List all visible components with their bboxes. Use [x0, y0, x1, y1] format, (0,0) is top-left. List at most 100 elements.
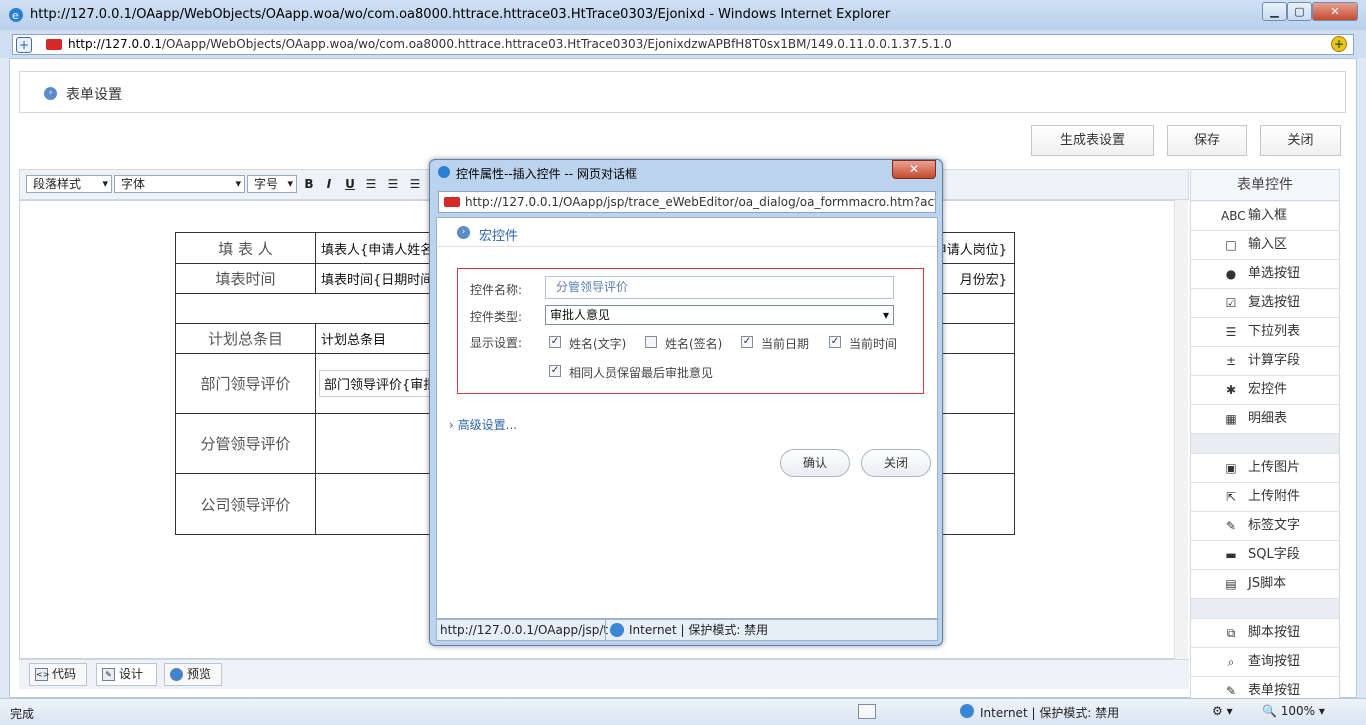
panel-item-label: 宏控件 [1248, 376, 1287, 404]
checkbox-current-time[interactable]: ✓ [829, 336, 841, 348]
control-type-icon: ▣ [1221, 454, 1241, 482]
control-type-icon: ▦ [1221, 405, 1241, 433]
panel-item[interactable]: ●单选按钮 [1191, 260, 1339, 289]
control-type-icon: ABC [1221, 202, 1241, 230]
tab-design[interactable]: ✎设计 [96, 663, 157, 686]
control-properties-dialog: 控件属性--插入控件 -- 网页对话框 ✕ http://127.0.0.1/O… [429, 159, 943, 646]
security-icon[interactable] [858, 704, 876, 719]
checkbox-keep-last[interactable]: ✓ [549, 365, 561, 377]
control-name-input[interactable]: 分管领导评价 [545, 276, 894, 299]
circle-arrow-icon: › [44, 87, 57, 100]
align-left-icon[interactable]: ☰ [364, 177, 378, 191]
close-button[interactable]: 关闭 [1260, 125, 1341, 156]
panel-item[interactable]: ☰下拉列表 [1191, 318, 1339, 347]
panel-item-label: 输入区 [1248, 231, 1287, 259]
protected-mode-icon[interactable]: ⚙ ▾ [1212, 704, 1233, 718]
ie-logo-icon: e [8, 7, 24, 23]
control-type-icon: ✱ [1221, 376, 1241, 404]
dialog-url: http://127.0.0.1/OAapp/jsp/trace_eWebEdi… [438, 191, 936, 213]
zoom-level[interactable]: 🔍 100% ▾ [1262, 704, 1325, 718]
page-title: 表单设置 [66, 84, 122, 104]
panel-item[interactable]: ⌕查询按钮 [1191, 648, 1339, 677]
dialog-title: 控件属性--插入控件 -- 网页对话框 [456, 165, 637, 182]
panel-item[interactable]: ▬SQL字段 [1191, 541, 1339, 570]
panel-item[interactable]: ABC输入框 [1191, 202, 1339, 231]
new-tab-icon[interactable]: + [16, 37, 32, 53]
checkbox-name-signature[interactable] [645, 336, 657, 348]
address-bar: + http://127.0.0.1/OAapp/WebObjects/OAap… [0, 30, 1366, 58]
save-button[interactable]: 保存 [1167, 125, 1247, 156]
row-label: 填 表 人 [176, 233, 316, 264]
panel-item-label: 查询按钮 [1248, 648, 1300, 676]
window-title: http://127.0.0.1/OAapp/WebObjects/OAapp.… [30, 7, 890, 22]
paragraph-style-select[interactable]: 段落样式 [26, 175, 112, 193]
option-label: 相同人员保留最后审批意见 [569, 364, 713, 381]
generate-table-button[interactable]: 生成表设置 [1031, 125, 1154, 156]
editor-scrollbar[interactable] [1174, 200, 1188, 659]
panel-item[interactable]: ▣上传图片 [1191, 454, 1339, 483]
panel-item-label: 复选按钮 [1248, 289, 1300, 317]
status-text: 完成 [10, 705, 34, 722]
globe-icon [960, 704, 974, 718]
tab-preview[interactable]: 预览 [164, 663, 222, 686]
section-header: › 宏控件 [437, 218, 937, 247]
panel-item[interactable]: ✎标签文字 [1191, 512, 1339, 541]
panel-item[interactable]: ±计算字段 [1191, 347, 1339, 376]
panel-item[interactable]: ☑复选按钮 [1191, 289, 1339, 318]
panel-item-label: 上传附件 [1248, 483, 1300, 511]
checkbox-current-date[interactable]: ✓ [741, 336, 753, 348]
status-bar: 完成 Internet | 保护模式: 禁用 ⚙ ▾ 🔍 100% ▾ [0, 698, 1366, 725]
panel-item-label: JS脚本 [1248, 570, 1286, 598]
panel-item-label: 计算字段 [1248, 347, 1300, 375]
advanced-settings-link[interactable]: › 高级设置... [449, 416, 517, 433]
panel-item[interactable]: ▤JS脚本 [1191, 570, 1339, 599]
panel-item-label: 明细表 [1248, 405, 1287, 433]
panel-item[interactable]: □输入区 [1191, 231, 1339, 260]
go-icon[interactable]: + [1331, 36, 1347, 52]
globe-icon [610, 623, 624, 637]
address-url[interactable]: http://127.0.0.1/OAapp/WebObjects/OAapp.… [68, 37, 952, 51]
design-icon: ✎ [102, 668, 115, 681]
panel-separator [1191, 434, 1339, 454]
control-type-icon: ☑ [1221, 289, 1241, 317]
control-type-select[interactable]: 审批人意见▾ [545, 305, 894, 325]
tab-code[interactable]: <>代码 [29, 663, 87, 686]
confirm-button[interactable]: 确认 [780, 449, 850, 477]
control-type-icon: ± [1221, 347, 1241, 375]
panel-title: 表单控件 [1191, 170, 1339, 201]
underline-button[interactable]: U [343, 177, 357, 191]
control-type-icon: ☰ [1221, 318, 1241, 346]
panel-item-label: SQL字段 [1248, 541, 1300, 569]
panel-item[interactable]: ⇱上传附件 [1191, 483, 1339, 512]
circle-arrow-icon: › [457, 226, 470, 239]
display-label: 显示设置: [470, 334, 522, 351]
minimize-button[interactable]: ▁ [1262, 2, 1287, 21]
checkbox-name-text[interactable]: ✓ [549, 336, 561, 348]
row-label: 填表时间 [176, 264, 316, 294]
row-label: 公司领导评价 [176, 474, 316, 535]
dialog-cancel-button[interactable]: 关闭 [861, 449, 931, 477]
align-center-icon[interactable]: ☰ [386, 177, 400, 191]
panel-item[interactable]: ⧉脚本按钮 [1191, 619, 1339, 648]
security-zone[interactable]: Internet | 保护模式: 禁用 [980, 704, 1119, 721]
close-window-button[interactable]: ✕ [1312, 2, 1358, 21]
control-type-icon: ● [1221, 260, 1241, 288]
bold-button[interactable]: B [302, 177, 316, 191]
dialog-body: › 宏控件 控件名称: 分管领导评价 控件类型: 审批人意见▾ 显示设置: ✓ … [436, 217, 938, 619]
svg-text:e: e [12, 9, 19, 22]
section-title: 宏控件 [479, 225, 518, 244]
font-size-select[interactable]: 字号 [247, 175, 297, 193]
align-right-icon[interactable]: ☰ [408, 177, 422, 191]
ie-logo-icon [437, 165, 451, 179]
italic-button[interactable]: I [322, 177, 336, 191]
maximize-button[interactable]: ▢ [1287, 2, 1312, 21]
panel-item[interactable]: ▦明细表 [1191, 405, 1339, 434]
control-type-icon: ▬ [1221, 541, 1241, 569]
control-type-icon: ⌕ [1221, 648, 1241, 676]
panel-item-label: 标签文字 [1248, 512, 1300, 540]
panel-item[interactable]: ✱宏控件 [1191, 376, 1339, 405]
site-icon [444, 197, 460, 207]
font-select[interactable]: 字体 [114, 175, 245, 193]
dialog-close-icon[interactable]: ✕ [892, 160, 936, 179]
form-controls-panel: 表单控件 ABC输入框□输入区●单选按钮☑复选按钮☰下拉列表±计算字段✱宏控件▦… [1190, 169, 1340, 699]
